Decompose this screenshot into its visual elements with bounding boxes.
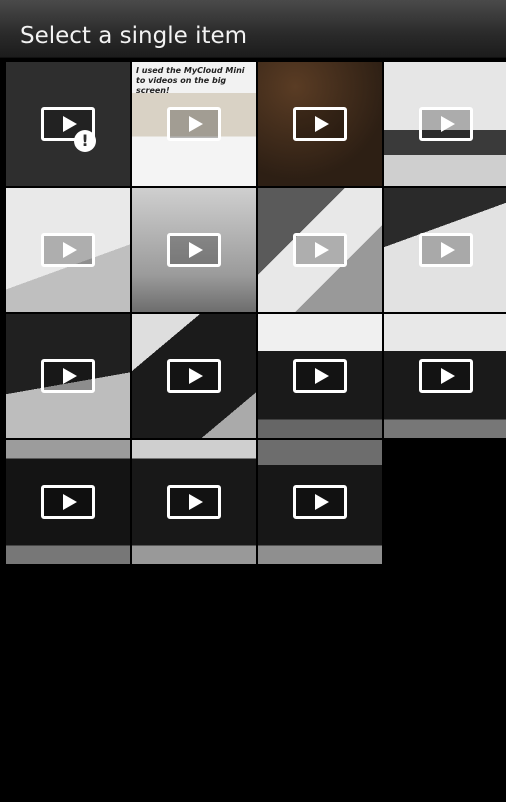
play-icon: [293, 233, 347, 267]
play-icon: [41, 359, 95, 393]
video-tile-13[interactable]: [6, 440, 130, 564]
video-tile-1[interactable]: !: [6, 62, 130, 186]
play-icon: [419, 233, 473, 267]
page-title: Select a single item: [20, 23, 248, 49]
play-icon: [167, 485, 221, 519]
play-icon: [41, 233, 95, 267]
video-tile-7[interactable]: [258, 188, 382, 312]
video-tile-10[interactable]: [132, 314, 256, 438]
video-tile-8[interactable]: [384, 188, 506, 312]
video-tile-3[interactable]: [258, 62, 382, 186]
play-icon: [419, 107, 473, 141]
play-icon: [419, 359, 473, 393]
alert-icon: !: [74, 130, 96, 152]
play-icon: [167, 107, 221, 141]
video-tile-9[interactable]: [6, 314, 130, 438]
play-icon: [167, 359, 221, 393]
title-bar: Select a single item: [0, 0, 506, 58]
play-icon: [293, 107, 347, 141]
video-tile-4[interactable]: [384, 62, 506, 186]
video-tile-2[interactable]: I used the MyCloud Mini to videos on the…: [132, 62, 256, 186]
video-tile-12[interactable]: [384, 314, 506, 438]
video-tile-15[interactable]: [258, 440, 382, 564]
video-tile-5[interactable]: [6, 188, 130, 312]
play-icon: [41, 485, 95, 519]
video-grid: ! I used the MyCloud Mini to videos on t…: [6, 62, 506, 564]
video-tile-6[interactable]: [132, 188, 256, 312]
thumbnail-caption: I used the MyCloud Mini to videos on the…: [136, 66, 245, 95]
screen: Select a single item ! I used the MyClou…: [0, 0, 506, 802]
video-tile-11[interactable]: [258, 314, 382, 438]
play-icon: [293, 485, 347, 519]
play-icon: [293, 359, 347, 393]
video-tile-14[interactable]: [132, 440, 256, 564]
play-icon: [167, 233, 221, 267]
